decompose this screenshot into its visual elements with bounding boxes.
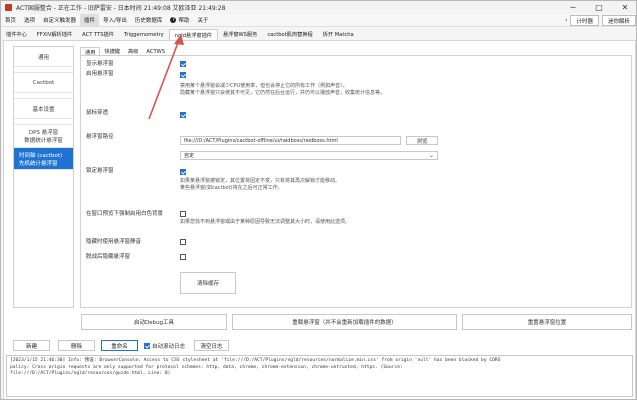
tab-triggernometry[interactable]: Triggernometry bbox=[119, 29, 169, 40]
tab-act-tts[interactable]: ACT TTS插件 bbox=[77, 29, 119, 40]
title-bar: ACT国服整合 - 正在工作 - 旧萨雷安 - 日本时间 21:49:08 艾欧… bbox=[1, 1, 636, 14]
white-bg-note: 如果您找不到悬浮窗或由于某种原因导致无法调整其大小时，请使用此选项。 bbox=[180, 219, 351, 225]
tab-plugin-center[interactable]: 插件中心 bbox=[1, 29, 32, 40]
devtools-button[interactable]: 启动Debug工具 bbox=[81, 314, 227, 330]
menu-custom-triggers[interactable]: 自定义触发器 bbox=[39, 14, 80, 27]
menu-options[interactable]: 选项 bbox=[20, 14, 39, 27]
overlay-path-input[interactable]: file:///D:/ACT/Plugins/cactbot-offline/u… bbox=[180, 136, 401, 145]
mute-hidden-label: 隐藏时使用悬浮窗静音 bbox=[86, 239, 142, 245]
browse-button[interactable]: 浏览 bbox=[406, 136, 438, 145]
sidebar-item-dps[interactable]: DPS 悬浮窗 数据统计悬浮窗 bbox=[14, 125, 73, 148]
click-through-label: 鼠标穿透 bbox=[86, 110, 109, 116]
menu-help[interactable]: ? 帮助 bbox=[166, 14, 193, 27]
tab-matcha[interactable]: 拆开 Matcha bbox=[318, 29, 359, 40]
auto-scroll-checkbox[interactable] bbox=[144, 343, 150, 349]
tab-overlay-ws[interactable]: 悬浮窗WS服务 bbox=[218, 29, 262, 40]
new-overlay-button[interactable]: 新建 bbox=[13, 340, 50, 351]
menu-help-label: 帮助 bbox=[178, 18, 190, 24]
enable-note-2: 隐藏某个悬浮窗只会使其不可见，它仍然在后台运行，并仍可以播放声音，收集统计信息等… bbox=[180, 90, 386, 96]
menu-import-export[interactable]: 导入/导出 bbox=[99, 14, 131, 27]
mute-hidden-checkbox[interactable] bbox=[180, 239, 186, 245]
white-bg-label: 在窗口预览下强制启用白色背景 bbox=[86, 211, 164, 217]
white-bg-checkbox[interactable] bbox=[180, 211, 186, 217]
lock-note-2: 某些悬浮窗(如cactbot)将在之后可正常工作。 bbox=[180, 185, 283, 191]
overlay-list: 通用 Cactbot 基本设置 DPS 悬浮窗 数据统计悬浮窗 时间轴 (cac… bbox=[13, 46, 74, 308]
overlay-path-label: 悬浮窗路径 bbox=[86, 134, 114, 140]
log-output[interactable]: [2023/1/15 21:46:30] Info: 预设: BrowserCo… bbox=[6, 355, 633, 397]
rename-overlay-button[interactable]: 重命名 bbox=[101, 340, 138, 351]
lock-note-1: 如果某悬浮窗被锁定，其位置将固定不变，只有将其再次解锁才能移动。 bbox=[180, 178, 341, 184]
help-icon: ? bbox=[170, 17, 177, 23]
close-icon[interactable]: ✕ bbox=[612, 1, 636, 14]
mini-parse-button[interactable]: 迷你解析 bbox=[601, 15, 636, 26]
lock-overlay-checkbox[interactable] bbox=[180, 169, 186, 175]
enable-note-1: 禁用某个悬浮窗会减少CPU使用率，但也会停止它的所有工作（例如声音）。 bbox=[180, 83, 348, 89]
hide-on-idle-checkbox[interactable] bbox=[180, 254, 186, 260]
clear-log-button[interactable]: 清空日志 bbox=[194, 340, 229, 351]
sidebar-item-dps-line1: DPS 悬浮窗 bbox=[28, 130, 59, 136]
app-icon bbox=[5, 4, 12, 11]
overlay-settings-panel: 显示悬浮窗 启用悬浮窗 禁用某个悬浮窗会减少CPU使用率，但也会停止它的所有工作… bbox=[80, 55, 632, 308]
reset-position-button[interactable]: 重置悬浮窗位置 bbox=[462, 314, 632, 330]
sidebar-item-timeline-line2: 先机统计悬浮窗 bbox=[19, 160, 58, 167]
timer-button[interactable]: 计时器 bbox=[570, 15, 599, 26]
sidebar-item-cactbot[interactable]: Cactbot bbox=[14, 73, 73, 93]
preset-value: 自定 bbox=[184, 153, 195, 159]
chevron-left-icon[interactable]: ‹ bbox=[565, 17, 567, 24]
sidebar-item-timeline[interactable]: 时间轴 (cactbot) 先机统计悬浮窗 bbox=[14, 148, 73, 170]
sidebar-item-basic[interactable]: 基本设置 bbox=[14, 99, 73, 119]
sidebar-item-general[interactable]: 通用 bbox=[14, 47, 73, 67]
plugin-tabs: 插件中心 FFXIV解析插件 ACT TTS插件 Triggernometry … bbox=[1, 28, 636, 40]
tab-ngld-overlay[interactable]: ngld悬浮窗插件 bbox=[168, 29, 218, 40]
menu-plugins[interactable]: 插件 bbox=[80, 13, 100, 27]
tab-ffxiv-parser[interactable]: FFXIV解析插件 bbox=[32, 29, 77, 40]
clear-cache-button[interactable]: 清除缓存 bbox=[180, 272, 236, 294]
delete-overlay-button[interactable]: 删除 bbox=[58, 340, 95, 351]
tab-cactbot-replace[interactable]: cactbot肌肉替换程 bbox=[262, 29, 317, 40]
maximize-icon[interactable]: □ bbox=[586, 1, 612, 14]
hide-on-idle-label: 脱战后隐藏悬浮窗 bbox=[86, 254, 131, 260]
sidebar-item-timeline-line1: 时间轴 (cactbot) bbox=[19, 152, 63, 159]
lock-overlay-label: 锁定悬浮窗 bbox=[86, 168, 114, 174]
click-through-checkbox[interactable] bbox=[180, 112, 186, 118]
show-overlay-checkbox[interactable] bbox=[180, 61, 186, 67]
app-window: ACT国服整合 - 正在工作 - 旧萨雷安 - 日本时间 21:49:08 艾欧… bbox=[0, 0, 637, 400]
bottom-toolbar: 新建 删除 重命名 自动滚动日志 清空日志 bbox=[13, 340, 633, 352]
menu-home[interactable]: 首页 bbox=[1, 14, 20, 27]
sidebar-item-dps-line2: 数据统计悬浮窗 bbox=[24, 138, 63, 144]
menu-history-db[interactable]: 历史数据库 bbox=[131, 14, 167, 27]
minimize-icon[interactable]: ─ bbox=[560, 1, 586, 14]
menu-about[interactable]: 关于 bbox=[193, 14, 212, 27]
menu-bar: 首页 选项 自定义触发器 插件 导入/导出 历史数据库 ? 帮助 关于 ‹ 计时器… bbox=[1, 13, 636, 27]
enable-overlay-label: 启用悬浮窗 bbox=[86, 71, 114, 77]
preset-select[interactable]: 自定 ⌄ bbox=[180, 151, 438, 160]
auto-scroll-label: 自动滚动日志 bbox=[152, 344, 186, 350]
window-title: ACT国服整合 - 正在工作 - 旧萨雷安 - 日本时间 21:49:08 艾欧… bbox=[16, 5, 226, 12]
enable-overlay-checkbox[interactable] bbox=[180, 72, 186, 78]
reload-overlay-button[interactable]: 重载悬浮窗（并不会重新加载插件的数据） bbox=[232, 314, 457, 330]
show-overlay-label: 显示悬浮窗 bbox=[86, 61, 114, 67]
chevron-down-icon: ⌄ bbox=[428, 152, 434, 159]
log-line: file:///D:/ACT/Plugins/ngld/resources/gu… bbox=[10, 371, 171, 376]
